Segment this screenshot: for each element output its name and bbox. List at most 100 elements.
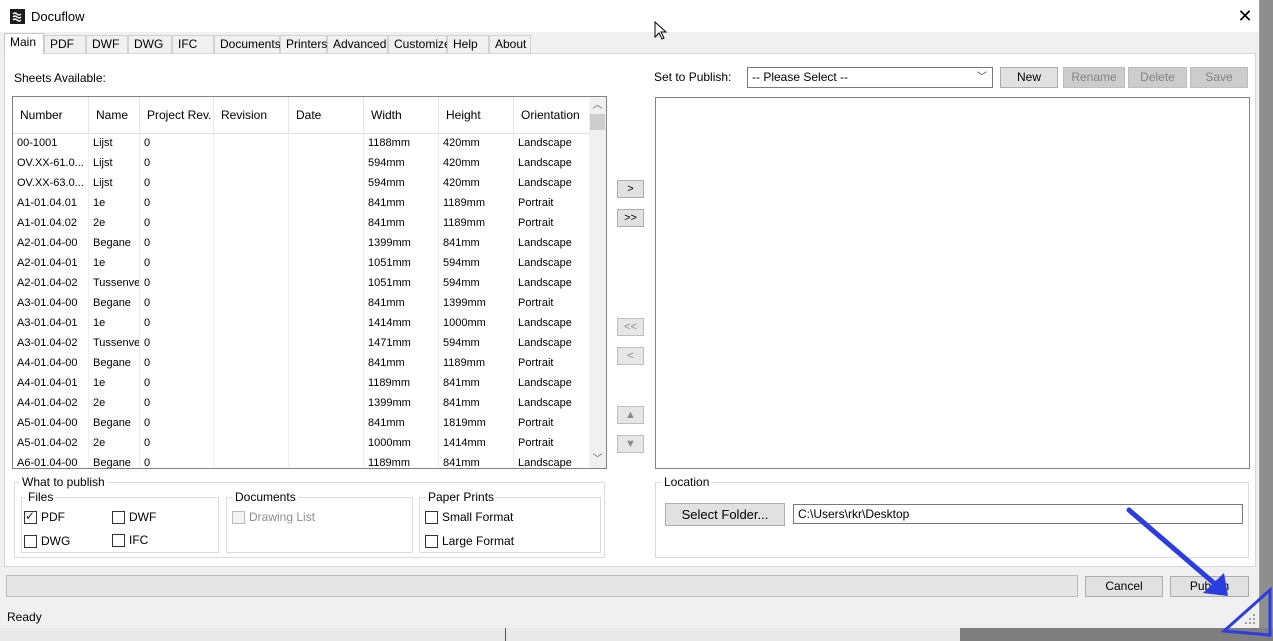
tab-dwf[interactable]: DWF <box>86 35 128 53</box>
column-header-orientation[interactable]: Orientation <box>514 97 590 133</box>
table-row[interactable]: OV.XX-61.0... Lijst 0 594mm 420mm Landscape <box>13 153 590 173</box>
table-row[interactable]: A3-01.04-02 Tussenve 0 1471mm 594mm Landscape <box>13 333 590 353</box>
table-row[interactable]: A1-01.04.02 2e 0 841mm 1189mm Portrait <box>13 213 590 233</box>
tab-help[interactable]: Help <box>447 35 489 53</box>
cell-width: 1471mm <box>364 333 439 353</box>
cell-number: A1-01.04.02 <box>13 213 89 233</box>
table-row[interactable]: A2-01.04-01 1e 0 1051mm 594mm Landscape <box>13 253 590 273</box>
tab-pdf[interactable]: PDF <box>44 35 86 53</box>
column-header-project-rev[interactable]: Project Rev. <box>140 97 214 133</box>
pdf-checkbox[interactable] <box>24 509 37 524</box>
scroll-thumb[interactable] <box>590 114 605 130</box>
scroll-down-icon[interactable]: ﹀ <box>589 451 606 468</box>
close-icon[interactable]: ✕ <box>1234 4 1256 28</box>
table-row[interactable]: A5-01.04-00 Begane 0 841mm 1819mm Portrait <box>13 413 590 433</box>
cell-revision <box>214 253 289 273</box>
tab-documents[interactable]: Documents <box>214 35 281 53</box>
column-header-number[interactable]: Number <box>13 97 89 133</box>
cell-height: 1189mm <box>439 193 514 213</box>
set-to-publish-dropdown[interactable]: -- Please Select -- ﹀ <box>747 67 993 88</box>
cancel-button[interactable]: Cancel <box>1085 576 1163 597</box>
resize-grip-icon[interactable] <box>1243 612 1257 626</box>
cell-date <box>289 433 364 453</box>
add-sheet-button[interactable]: > <box>617 180 644 198</box>
table-row[interactable]: A6-01.04-00 Begane 0 1189mm 841mm Landscape <box>13 453 590 468</box>
remove-all-sheets-button[interactable]: << <box>617 318 644 336</box>
table-row[interactable]: A4-01.04-02 2e 0 1399mm 841mm Landscape <box>13 393 590 413</box>
table-row[interactable]: A2-01.04-00 Begane 0 1399mm 841mm Landscape <box>13 233 590 253</box>
publish-button[interactable]: Publish <box>1170 576 1249 597</box>
drawing-list-checkbox[interactable] <box>232 511 245 524</box>
cell-height: 841mm <box>439 373 514 393</box>
table-row[interactable]: A3-01.04-00 Begane 0 841mm 1399mm Portrait <box>13 293 590 313</box>
cell-date <box>289 453 364 468</box>
cell-name: 1e <box>89 313 140 333</box>
small-format-checkbox[interactable] <box>425 511 438 524</box>
cell-orientation: Portrait <box>514 193 590 213</box>
large-format-checkbox[interactable] <box>425 535 438 548</box>
cell-width: 841mm <box>364 213 439 233</box>
cell-revision <box>214 333 289 353</box>
column-header-width[interactable]: Width <box>364 97 439 133</box>
ifc-checkbox[interactable] <box>112 534 125 547</box>
rename-set-button[interactable]: Rename <box>1063 67 1125 88</box>
cell-number: A3-01.04-01 <box>13 313 89 333</box>
save-set-button[interactable]: Save <box>1190 67 1248 88</box>
scroll-up-icon[interactable]: ︿ <box>589 97 606 114</box>
table-row[interactable]: A4-01.04-01 1e 0 1189mm 841mm Landscape <box>13 373 590 393</box>
cell-project-rev: 0 <box>140 173 214 193</box>
add-all-sheets-button[interactable]: >> <box>617 209 644 227</box>
set-to-publish-label: Set to Publish: <box>654 70 732 84</box>
cell-name: Begane <box>89 233 140 253</box>
cell-revision <box>214 293 289 313</box>
column-header-revision[interactable]: Revision <box>214 97 289 133</box>
cell-revision <box>214 393 289 413</box>
cell-width: 841mm <box>364 353 439 373</box>
column-header-date[interactable]: Date <box>289 97 364 133</box>
window-title: Docuflow <box>31 9 85 24</box>
location-path-input[interactable]: C:\Users\rkr\Desktop <box>793 504 1243 524</box>
files-title: Files <box>26 490 56 504</box>
move-down-button[interactable]: ▼ <box>617 435 644 453</box>
dwg-checkbox[interactable] <box>24 535 37 548</box>
table-row[interactable]: A5-01.04-02 2e 0 1000mm 1414mm Portrait <box>13 433 590 453</box>
cell-revision <box>214 453 289 468</box>
table-row[interactable]: A4-01.04-00 Begane 0 841mm 1189mm Portrait <box>13 353 590 373</box>
dwf-checkbox[interactable] <box>112 511 125 524</box>
tab-about[interactable]: About <box>489 35 531 53</box>
tab-ifc[interactable]: IFC <box>172 35 214 53</box>
table-row[interactable]: OV.XX-63.0... Lijst 0 594mm 420mm Landscape <box>13 173 590 193</box>
cell-name: Lijst <box>89 153 140 173</box>
select-folder-button[interactable]: Select Folder... <box>665 503 785 526</box>
move-up-button[interactable]: ▲ <box>617 406 644 424</box>
cell-revision <box>214 173 289 193</box>
sheets-grid[interactable]: Number Name Project Rev. Revision Date W… <box>12 96 607 469</box>
cell-orientation: Landscape <box>514 373 590 393</box>
drawing-list-label: Drawing List <box>249 510 316 524</box>
delete-set-button[interactable]: Delete <box>1128 67 1187 88</box>
tab-advanced[interactable]: Advanced <box>327 35 388 53</box>
cell-date <box>289 333 364 353</box>
new-set-button[interactable]: New <box>1000 67 1058 88</box>
table-row[interactable]: A1-01.04.01 1e 0 841mm 1189mm Portrait <box>13 193 590 213</box>
title-bar[interactable]: Docuflow ✕ <box>0 0 1259 32</box>
cell-number: A3-01.04-00 <box>13 293 89 313</box>
remove-sheet-button[interactable]: < <box>617 347 644 365</box>
tab-main[interactable]: Main <box>4 33 44 54</box>
column-header-name[interactable]: Name <box>89 97 140 133</box>
table-row[interactable]: A2-01.04-02 Tussenve 0 1051mm 594mm Landscape <box>13 273 590 293</box>
publish-progress-bar <box>6 575 1078 597</box>
tab-customize[interactable]: Customize <box>388 35 451 53</box>
cell-number: A5-01.04-02 <box>13 433 89 453</box>
sheets-grid-scrollbar[interactable]: ︿ ﹀ <box>589 97 606 468</box>
column-header-height[interactable]: Height <box>439 97 514 133</box>
cell-width: 594mm <box>364 173 439 193</box>
tab-printers[interactable]: Printers <box>280 35 327 53</box>
cell-number: A3-01.04-02 <box>13 333 89 353</box>
table-row[interactable]: 00-1001 Lijst 0 1188mm 420mm Landscape <box>13 133 590 153</box>
table-row[interactable]: A3-01.04-01 1e 0 1414mm 1000mm Landscape <box>13 313 590 333</box>
cell-revision <box>214 193 289 213</box>
cell-height: 841mm <box>439 233 514 253</box>
tab-dwg[interactable]: DWG <box>128 35 172 53</box>
sheets-to-publish-list[interactable] <box>655 97 1250 469</box>
